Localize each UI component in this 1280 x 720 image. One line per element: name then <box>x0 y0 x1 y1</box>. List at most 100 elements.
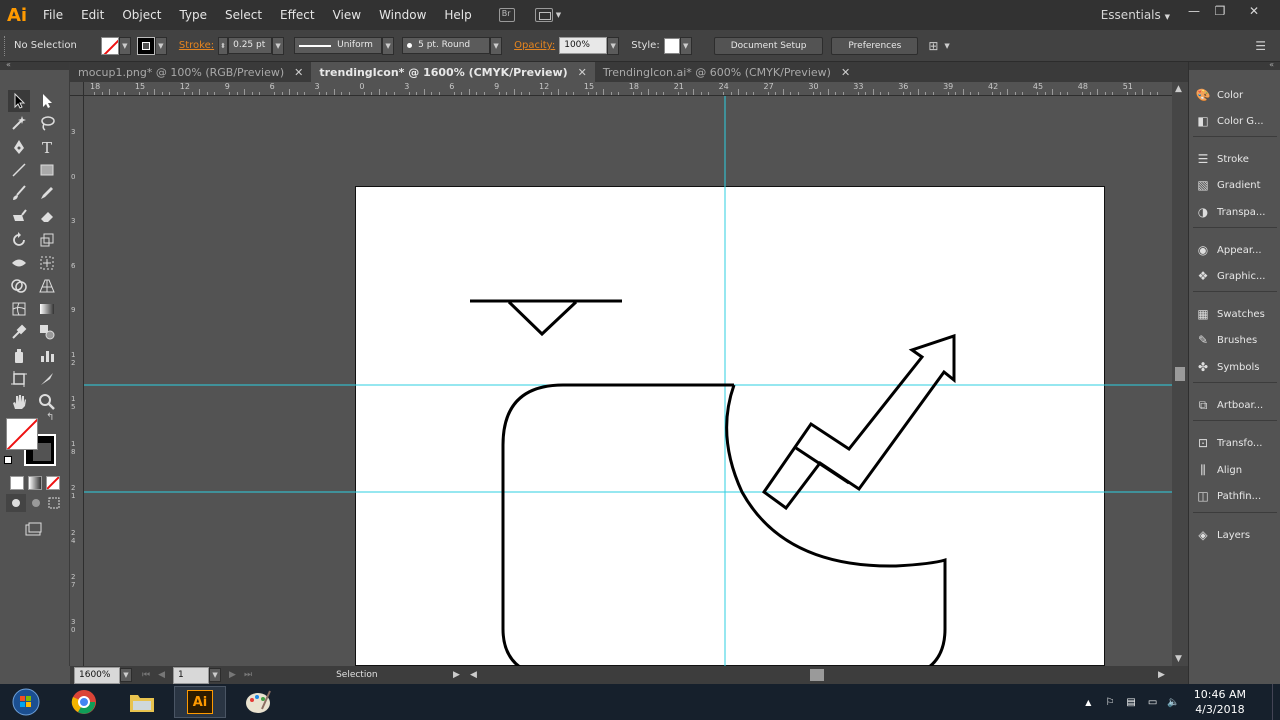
slice-tool-icon[interactable] <box>36 368 58 390</box>
prev-artboard-icon[interactable]: ◀ <box>158 670 165 680</box>
document-setup-button[interactable]: Document Setup <box>713 36 824 55</box>
pen-tool-icon[interactable] <box>8 136 30 158</box>
symbol-sprayer-tool-icon[interactable] <box>8 345 30 367</box>
vertical-ruler[interactable]: 303691 21 51 82 12 42 73 0 <box>70 96 84 666</box>
menu-file[interactable]: File <box>34 0 72 30</box>
pencil-tool-icon[interactable] <box>36 182 58 204</box>
scroll-right-icon[interactable]: ▶ <box>1158 670 1165 680</box>
power-icon[interactable]: ▭ <box>1148 697 1157 708</box>
menu-object[interactable]: Object <box>113 0 170 30</box>
panel-layers[interactable]: ◈ Layers <box>1195 524 1277 546</box>
selection-tool-icon[interactable] <box>8 90 30 112</box>
panel-gradient[interactable]: ▧ Gradient <box>1195 174 1277 196</box>
chart-container-shape[interactable] <box>501 383 947 666</box>
menu-view[interactable]: View <box>324 0 370 30</box>
fill-color-box[interactable] <box>6 418 38 450</box>
perspective-grid-tool-icon[interactable] <box>36 275 58 297</box>
taskbar-chrome[interactable] <box>58 686 110 718</box>
start-button[interactable] <box>0 686 52 718</box>
panel-menu-icon[interactable]: ☰ <box>1255 39 1266 53</box>
color-mode-icon[interactable] <box>10 476 24 490</box>
last-artboard-icon[interactable]: ⏭ <box>244 670 252 680</box>
panel-dock-grip[interactable]: « <box>1189 60 1280 70</box>
canvas[interactable] <box>84 96 1172 666</box>
gradient-mode-icon[interactable] <box>28 476 42 490</box>
triangle-marker-shape[interactable] <box>470 299 622 337</box>
tools-panel-grip[interactable]: « <box>0 60 69 70</box>
panel-pathfin[interactable]: ◫ Pathfin... <box>1195 485 1277 507</box>
network-icon[interactable]: ▤ <box>1126 697 1135 708</box>
status-menu-icon[interactable]: ▶ <box>453 670 460 680</box>
stroke-dropdown[interactable]: ▼ <box>154 36 167 55</box>
menu-select[interactable]: Select <box>216 0 271 30</box>
scroll-left-icon[interactable]: ◀ <box>470 670 477 680</box>
show-hidden-icons[interactable]: ▲ <box>1085 698 1091 707</box>
eraser-tool-icon[interactable] <box>36 205 58 227</box>
restore-button[interactable]: ❐ <box>1210 4 1230 18</box>
scale-tool-icon[interactable] <box>36 229 58 251</box>
horizontal-scroll-thumb[interactable] <box>810 669 824 681</box>
column-graph-tool-icon[interactable] <box>36 345 58 367</box>
arrange-documents-icon[interactable] <box>534 8 553 22</box>
opacity-label[interactable]: Opacity: <box>514 40 555 51</box>
volume-icon[interactable]: 🔈 <box>1167 697 1179 708</box>
mesh-tool-icon[interactable] <box>8 298 30 320</box>
panel-transpa[interactable]: ◑ Transpa... <box>1195 201 1277 223</box>
fill-swatch[interactable] <box>100 36 119 55</box>
taskbar-file-explorer[interactable] <box>116 686 168 718</box>
menu-help[interactable]: Help <box>435 0 480 30</box>
screen-mode-icon[interactable] <box>20 520 46 540</box>
fill-dropdown[interactable]: ▼ <box>118 36 131 55</box>
swap-fill-stroke-icon[interactable]: ↰ <box>46 412 54 423</box>
close-tab-icon[interactable]: ✕ <box>578 66 587 79</box>
first-artboard-icon[interactable]: ⏮ <box>142 670 150 680</box>
rotate-tool-icon[interactable] <box>8 229 30 251</box>
panel-transfo[interactable]: ⊡ Transfo... <box>1195 432 1277 454</box>
menu-type[interactable]: Type <box>170 0 216 30</box>
trending-arrow-shape[interactable] <box>761 333 956 511</box>
close-tab-icon[interactable]: ✕ <box>841 66 850 79</box>
panel-symbols[interactable]: ✤ Symbols <box>1195 356 1277 378</box>
stroke-weight-field[interactable]: 0.25 pt <box>228 37 273 54</box>
horizontal-ruler[interactable]: 18 15 12 9 6 3 0 3 6 9 12 15 18 21 24 27 30 33 36 39 42 45 48 5… <box>84 82 1172 96</box>
next-artboard-icon[interactable]: ▶ <box>229 670 236 680</box>
vertical-scrollbar[interactable]: ▲ ▼ <box>1172 82 1188 666</box>
panel-artboar[interactable]: ⧉ Artboar... <box>1195 394 1277 416</box>
bridge-icon[interactable] <box>498 8 515 22</box>
scroll-up-icon[interactable]: ▲ <box>1175 84 1182 94</box>
chevron-down-icon[interactable]: ▼ <box>556 11 561 19</box>
clock[interactable]: 10:46 AM 4/3/2018 <box>1194 687 1246 717</box>
action-center-icon[interactable]: ⚐ <box>1105 697 1114 708</box>
variable-width-profile[interactable]: Uniform <box>294 37 383 54</box>
panel-stroke[interactable]: ☰ Stroke <box>1195 148 1277 170</box>
blend-tool-icon[interactable] <box>36 321 58 343</box>
close-tab-icon[interactable]: ✕ <box>294 66 303 79</box>
close-button[interactable]: ✕ <box>1244 4 1264 18</box>
arrange-icon[interactable]: ⊞ <box>928 39 938 53</box>
panel-color-g[interactable]: ◧ Color G... <box>1195 110 1277 132</box>
eyedropper-tool-icon[interactable] <box>8 321 30 343</box>
tab-mocup1[interactable]: mocup1.png* @ 100% (RGB/Preview) ✕ <box>70 62 311 82</box>
opacity-field[interactable]: 100% <box>559 37 608 54</box>
minimize-button[interactable]: — <box>1184 4 1204 18</box>
tab-trendingicon-ai[interactable]: TrendingIcon.ai* @ 600% (CMYK/Preview) ✕ <box>595 62 858 82</box>
stroke-swatch[interactable] <box>136 36 155 55</box>
zoom-field[interactable]: 1600% <box>74 666 120 684</box>
panel-swatches[interactable]: ▦ Swatches <box>1195 303 1277 325</box>
magic-wand-tool-icon[interactable] <box>8 112 30 134</box>
draw-normal-icon[interactable] <box>6 494 26 512</box>
preferences-button[interactable]: Preferences <box>831 36 919 55</box>
draw-behind-icon[interactable] <box>26 494 46 512</box>
gradient-tool-icon[interactable] <box>36 298 58 320</box>
ruler-origin[interactable] <box>70 82 84 96</box>
show-desktop-button[interactable] <box>1272 684 1280 720</box>
artboard-number-field[interactable]: 1 <box>173 666 210 684</box>
brush-dropdown[interactable]: ▼ <box>490 36 503 55</box>
none-mode-icon[interactable] <box>46 476 60 490</box>
vertical-scroll-thumb[interactable] <box>1175 367 1185 381</box>
brush-definition[interactable]: 5 pt. Round <box>402 37 491 54</box>
zoom-tool-icon[interactable] <box>36 391 58 413</box>
control-bar-grip[interactable] <box>4 35 8 56</box>
free-transform-tool-icon[interactable] <box>36 252 58 274</box>
blob-brush-tool-icon[interactable] <box>8 205 30 227</box>
